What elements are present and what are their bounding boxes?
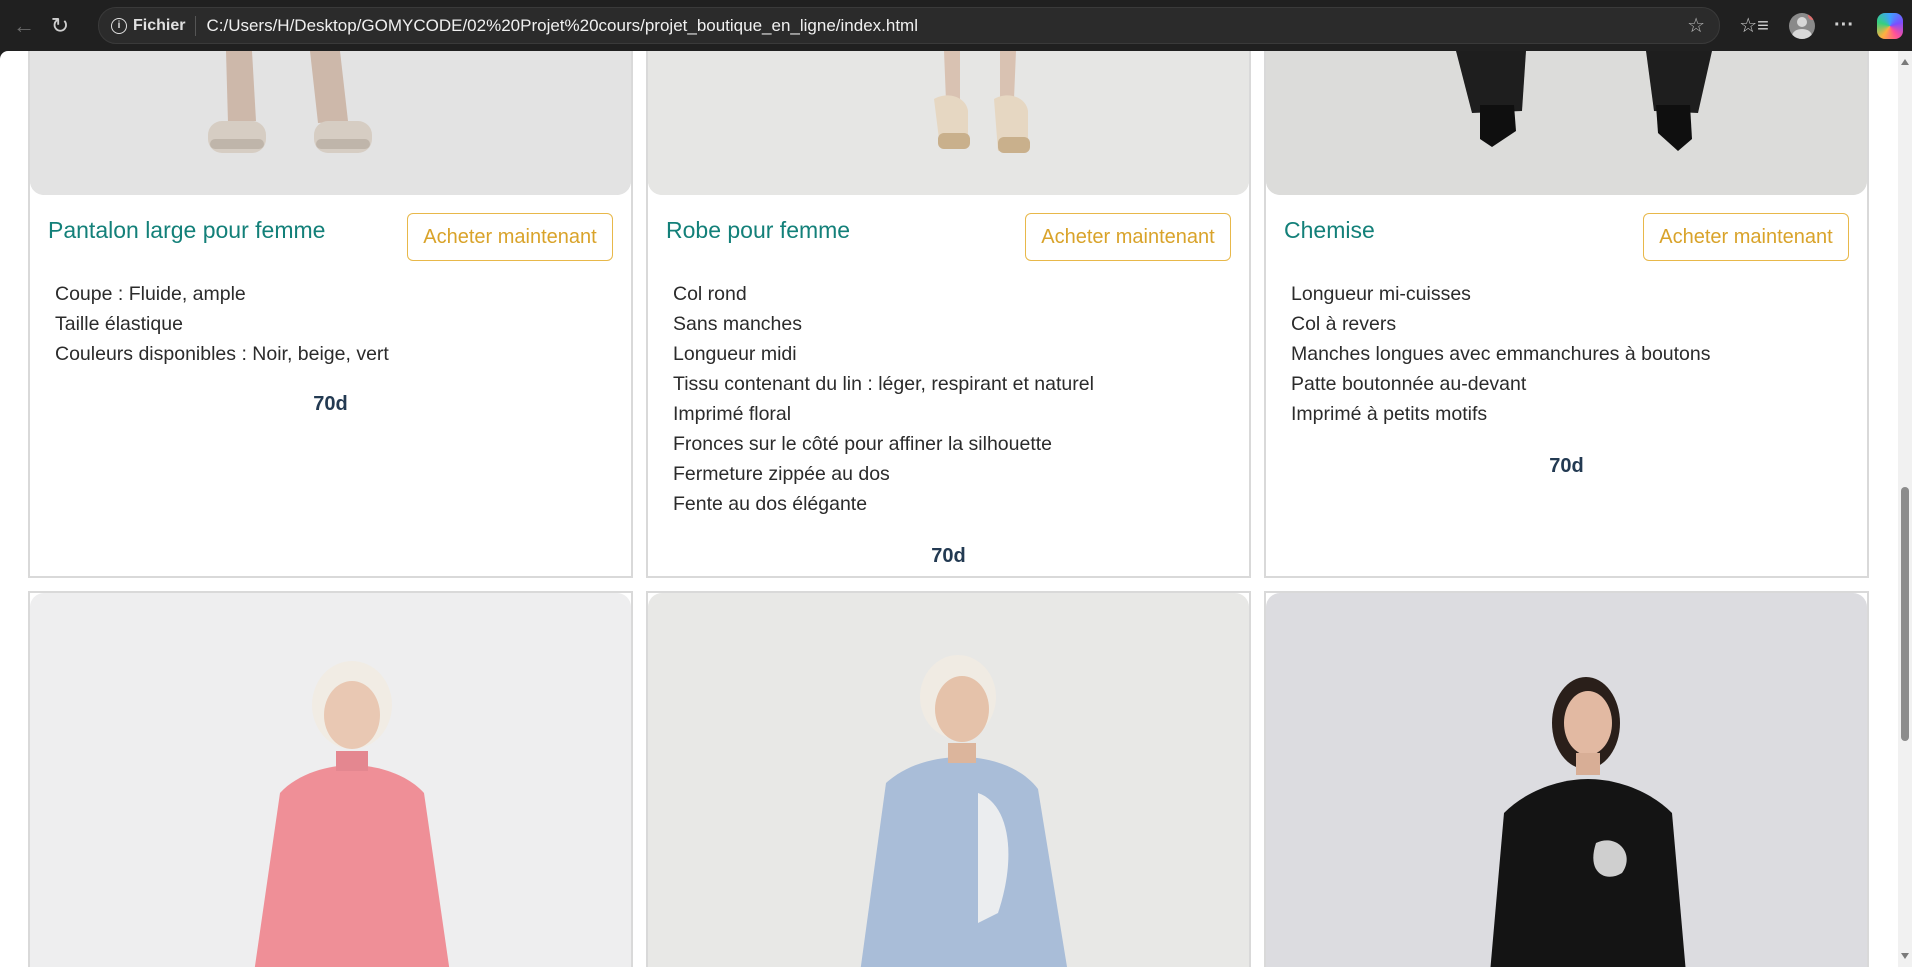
site-info-button[interactable]: i Fichier — [111, 17, 185, 35]
favorites-icon[interactable]: ☆≡ — [1736, 7, 1772, 44]
product-image — [1266, 51, 1867, 195]
reload-icon[interactable]: ↻ — [42, 8, 78, 44]
product-photo — [1266, 593, 1867, 967]
product-price: 70d — [931, 545, 966, 567]
more-icon[interactable]: ··· — [1826, 7, 1862, 44]
browser-toolbar: ← ↻ i Fichier C:/Users/H/Desktop/GOMYCOD… — [0, 0, 1912, 51]
feature-item: Col rond — [673, 283, 747, 305]
product-features: Longueur mi-cuisses Col à revers Manches… — [1291, 279, 1711, 429]
product-title: Chemise — [1284, 217, 1375, 243]
feature-item: Fermeture zippée au dos — [673, 463, 890, 485]
product-price: 70d — [1549, 455, 1584, 477]
info-icon: i — [111, 17, 127, 34]
product-image — [1266, 593, 1867, 967]
product-image — [648, 51, 1249, 195]
feature-item: Col à revers — [1291, 313, 1397, 335]
feature-item: Taille élastique — [55, 313, 183, 335]
buy-now-button[interactable]: Acheter maintenant — [1643, 213, 1849, 261]
feature-item: Manches longues avec emmanchures à bouto… — [1291, 343, 1711, 365]
feature-item: Tissu contenant du lin : léger, respiran… — [673, 373, 1094, 395]
page-viewport: Pantalon large pour femme Acheter mainte… — [0, 51, 1898, 967]
page-scrollbar[interactable] — [1898, 51, 1912, 967]
address-bar[interactable]: i Fichier C:/Users/H/Desktop/GOMYCODE/02… — [98, 7, 1720, 44]
feature-item: Imprimé à petits motifs — [1291, 403, 1488, 425]
scroll-down-icon[interactable] — [1901, 953, 1909, 959]
feature-item: Couleurs disponibles : Noir, beige, vert — [55, 343, 389, 365]
product-photo — [1266, 51, 1867, 195]
product-photo — [648, 593, 1249, 967]
feature-item: Longueur mi-cuisses — [1291, 283, 1471, 305]
feature-item: Sans manches — [673, 313, 802, 335]
product-features: Coupe : Fluide, ample Taille élastique C… — [55, 279, 389, 369]
feature-item: Patte boutonnée au-devant — [1291, 373, 1527, 395]
product-title: Pantalon large pour femme — [48, 217, 326, 243]
feature-item: Fronces sur le côté pour affiner la silh… — [673, 433, 1053, 455]
product-image — [648, 593, 1249, 967]
product-title: Robe pour femme — [666, 217, 851, 243]
profile-icon — [1789, 12, 1815, 39]
product-photo — [30, 593, 631, 967]
address-divider — [195, 15, 197, 36]
product-photo — [30, 51, 631, 195]
product-image — [30, 51, 631, 195]
feature-item: Fente au dos élégante — [673, 493, 868, 515]
buy-now-button[interactable]: Acheter maintenant — [1025, 213, 1231, 261]
url-text[interactable]: C:/Users/H/Desktop/GOMYCODE/02%20Projet%… — [206, 16, 918, 36]
feature-item: Coupe : Fluide, ample — [55, 283, 246, 305]
scrollbar-thumb[interactable] — [1901, 487, 1909, 741]
star-icon[interactable]: ☆ — [1687, 13, 1705, 38]
feature-item: Imprimé floral — [673, 403, 792, 425]
product-price: 70d — [313, 393, 348, 415]
scroll-up-icon[interactable] — [1901, 59, 1909, 65]
product-image — [30, 593, 631, 967]
product-features: Col rond Sans manches Longueur midi Tiss… — [673, 279, 1094, 519]
back-arrow-icon[interactable]: ← — [6, 8, 42, 44]
product-photo — [648, 51, 1249, 195]
buy-now-button[interactable]: Acheter maintenant — [407, 213, 613, 261]
site-info-label: Fichier — [133, 16, 186, 34]
profile-button[interactable] — [1784, 7, 1820, 44]
feature-item: Longueur midi — [673, 343, 797, 365]
copilot-icon — [1877, 12, 1903, 39]
copilot-button[interactable] — [1872, 7, 1908, 44]
